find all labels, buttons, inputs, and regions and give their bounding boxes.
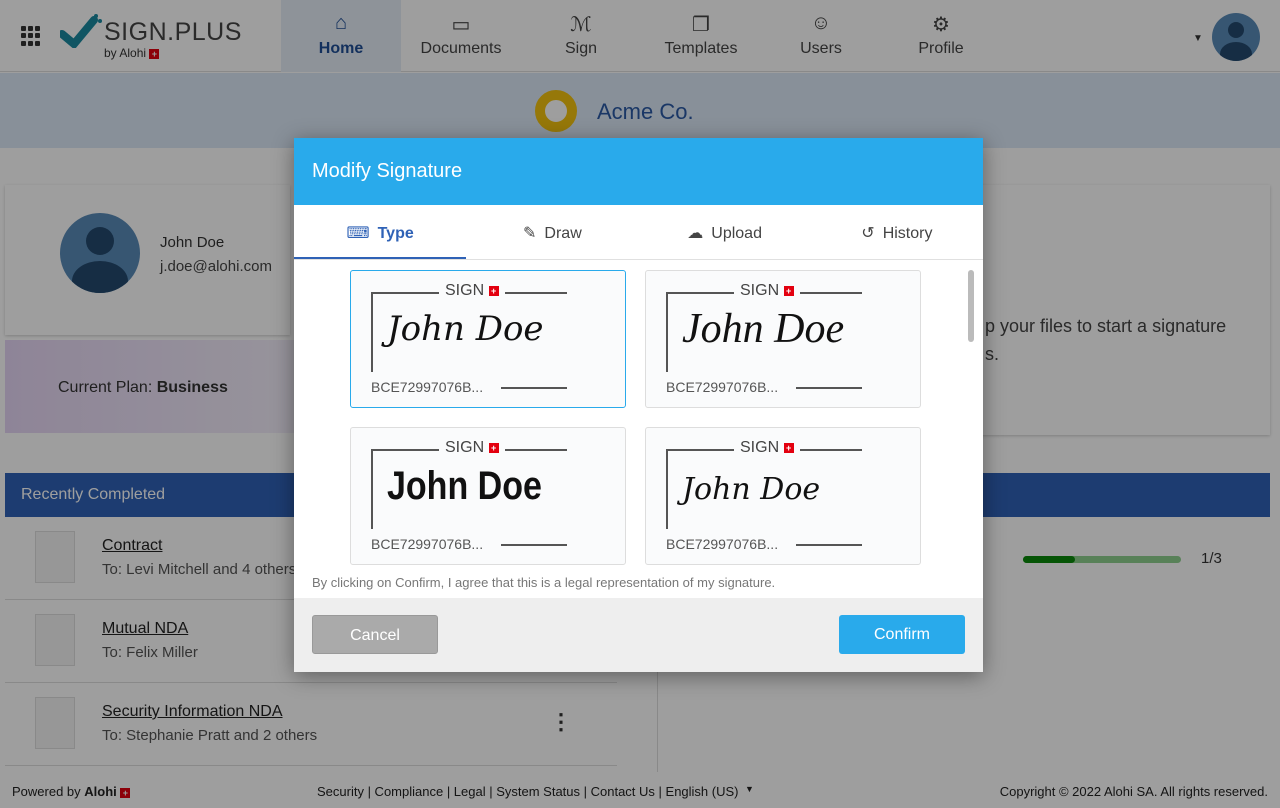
signature-brand: SIGN — [740, 282, 780, 299]
signature-preview: John Doe — [682, 472, 821, 507]
signature-brand: SIGN — [445, 439, 485, 456]
tab-draw[interactable]: ✎ Draw — [466, 205, 638, 259]
signature-option[interactable]: SIGN + John Doe BCE72997076B... — [350, 427, 626, 565]
signature-id: BCE72997076B... — [666, 379, 779, 395]
legal-disclaimer: By clicking on Confirm, I agree that thi… — [312, 575, 776, 590]
signature-option[interactable]: SIGN + John Doe BCE72997076B... — [645, 270, 921, 408]
signature-id: BCE72997076B... — [371, 536, 484, 552]
signature-preview: John Doe — [387, 464, 542, 508]
signature-brand: SIGN — [445, 282, 485, 299]
cloud-upload-icon: ☁ — [687, 225, 704, 242]
cancel-button[interactable]: Cancel — [312, 615, 438, 654]
signature-id: BCE72997076B... — [666, 536, 779, 552]
tab-upload[interactable]: ☁ Upload — [639, 205, 811, 259]
draw-icon: ✎ — [523, 225, 537, 242]
signature-option[interactable]: SIGN + John Doe BCE72997076B... — [350, 270, 626, 408]
tab-label: Upload — [711, 225, 762, 242]
swiss-flag-icon: + — [488, 285, 499, 296]
signature-option[interactable]: SIGN + John Doe BCE72997076B... — [645, 427, 921, 565]
dialog-title: Modify Signature — [312, 160, 463, 182]
modify-signature-dialog: Modify Signature ⌨ Type ✎ Draw ☁ Upload ↺ Hi… — [294, 138, 983, 672]
scrollbar[interactable] — [968, 270, 974, 342]
tab-history[interactable]: ↺ History — [811, 205, 983, 259]
history-icon: ↺ — [861, 225, 875, 242]
signature-preview: John Doe — [682, 306, 845, 352]
confirm-button[interactable]: Confirm — [839, 615, 965, 654]
swiss-flag-icon: + — [783, 442, 794, 453]
tab-label: History — [882, 225, 933, 242]
swiss-flag-icon: + — [783, 285, 794, 296]
keyboard-icon: ⌨ — [346, 225, 370, 242]
signature-id: BCE72997076B... — [371, 379, 484, 395]
tab-type[interactable]: ⌨ Type — [294, 205, 467, 259]
swiss-flag-icon: + — [488, 442, 499, 453]
signature-preview: John Doe — [387, 309, 544, 349]
signature-brand: SIGN — [740, 439, 780, 456]
tab-label: Type — [377, 225, 414, 242]
tab-label: Draw — [544, 225, 582, 242]
